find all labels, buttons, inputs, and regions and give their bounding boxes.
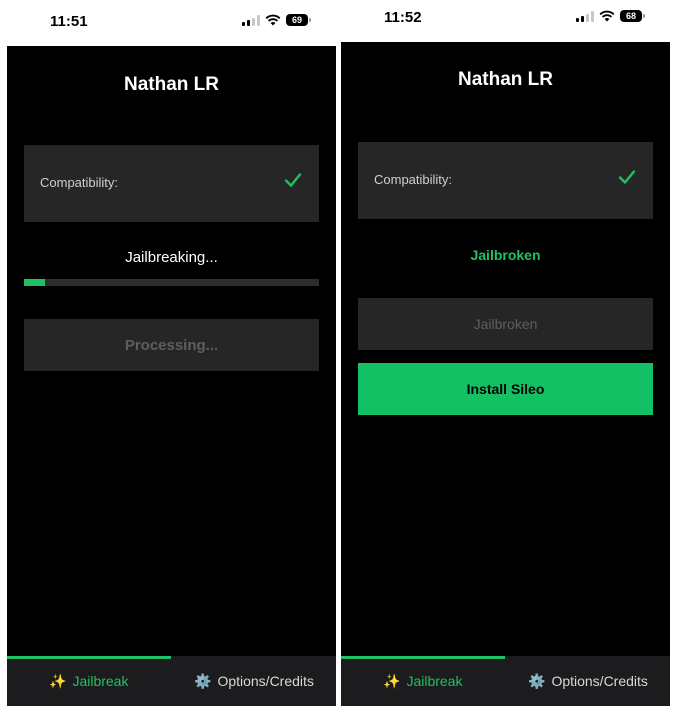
progress-fill <box>24 279 45 286</box>
tab-bar: ✨ Jailbreak ⚙️ Options/Credits <box>341 656 670 706</box>
selected-tab-indicator <box>341 656 505 659</box>
app-title: Nathan LR <box>124 74 219 95</box>
checkmark-icon <box>618 170 636 184</box>
gear-icon: ⚙️ <box>194 673 212 689</box>
phone-screen-left: 11:51 69 Nathan LR Compatibility: Jailbr… <box>7 0 336 706</box>
install-sileo-button[interactable]: Install Sileo <box>358 363 653 415</box>
status-time: 11:52 <box>384 9 422 26</box>
phone-screen-right: 11:52 68 Nathan LR Compatibility: Jailbr… <box>341 0 670 706</box>
app-screen: Nathan LR Compatibility: Jailbroken Jail… <box>341 42 670 658</box>
system-indicators: 68 <box>576 10 645 22</box>
sparkles-icon: ✨ <box>49 673 67 689</box>
status-bar: 11:52 68 <box>341 0 670 44</box>
battery-icon: 68 <box>620 10 645 22</box>
selected-tab-indicator <box>7 656 171 659</box>
tab-bar: ✨ Jailbreak ⚙️ Options/Credits <box>7 656 336 706</box>
tab-options-credits[interactable]: ⚙️ Options/Credits <box>194 673 314 689</box>
tab-jailbreak[interactable]: ✨ Jailbreak <box>383 673 462 689</box>
tab-options-credits-label: Options/Credits <box>551 673 648 689</box>
app-screen: Nathan LR Compatibility: Jailbreaking...… <box>7 46 336 658</box>
cellular-signal-icon <box>242 14 260 26</box>
jailbroken-button[interactable]: Jailbroken <box>358 298 653 350</box>
compatibility-label: Compatibility: <box>374 172 453 187</box>
tab-options-credits-label: Options/Credits <box>217 673 314 689</box>
tab-jailbreak[interactable]: ✨ Jailbreak <box>49 673 128 689</box>
compatibility-card: Compatibility: <box>358 142 653 219</box>
status-time: 11:51 <box>50 13 88 30</box>
checkmark-icon <box>284 173 302 187</box>
battery-icon: 69 <box>286 14 311 26</box>
tab-options-credits[interactable]: ⚙️ Options/Credits <box>528 673 648 689</box>
sparkles-icon: ✨ <box>383 673 401 689</box>
compatibility-label: Compatibility: <box>40 175 119 190</box>
processing-button[interactable]: Processing... <box>24 319 319 371</box>
app-title: Nathan LR <box>458 69 553 90</box>
gear-icon: ⚙️ <box>528 673 546 689</box>
jailbreak-progress-bar <box>24 279 319 286</box>
jailbreak-status-text: Jailbreaking... <box>125 249 218 266</box>
wifi-icon <box>599 10 615 22</box>
system-indicators: 69 <box>242 14 311 26</box>
status-bar: 11:51 69 <box>7 0 336 44</box>
tab-jailbreak-label: Jailbreak <box>406 673 463 689</box>
wifi-icon <box>265 14 281 26</box>
compatibility-card: Compatibility: <box>24 145 319 222</box>
cellular-signal-icon <box>576 10 594 22</box>
jailbreak-status-text: Jailbroken <box>470 247 541 263</box>
tab-jailbreak-label: Jailbreak <box>72 673 129 689</box>
